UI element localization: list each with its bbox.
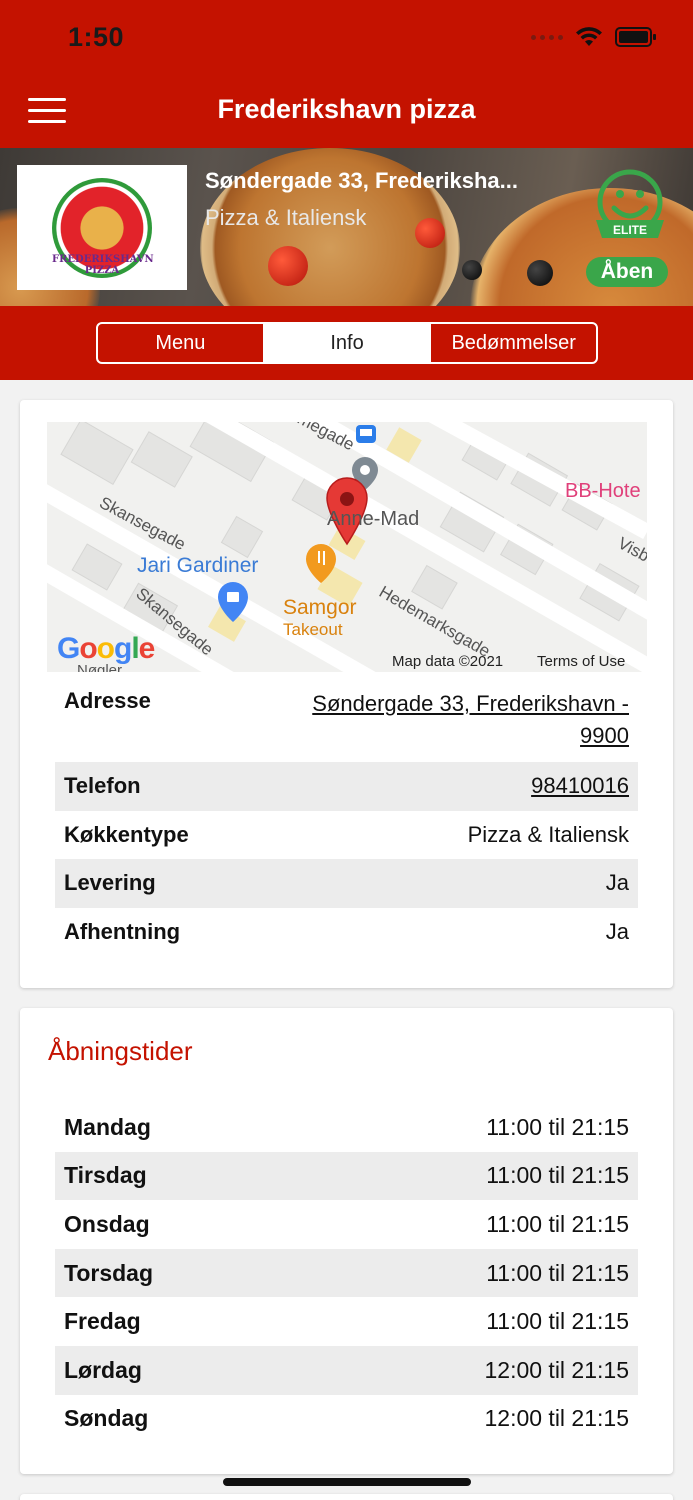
info-row-cuisine: Køkkentype Pizza & Italiensk xyxy=(55,811,638,860)
hours-row: Tirsdag 11:00 til 21:15 xyxy=(55,1151,638,1201)
hours-row: Onsdag 11:00 til 21:15 xyxy=(55,1200,638,1249)
home-indicator[interactable] xyxy=(223,1478,471,1486)
map-poi-label: BB-Hote xyxy=(565,480,641,502)
smiley-elite-icon: ELITE xyxy=(596,169,664,238)
next-card xyxy=(20,1494,673,1500)
tab-menu[interactable]: Menu xyxy=(98,324,263,362)
terms-of-use-link[interactable]: Terms of Use xyxy=(537,653,625,670)
hours-day: Tirsdag xyxy=(64,1162,147,1189)
map-view[interactable]: Skansegade Skansegade Hedemarksgade mega… xyxy=(47,422,647,672)
hours-row: Fredag 11:00 til 21:15 xyxy=(55,1297,638,1346)
restaurant-logo: FREDERIKSHAVN PIZZA xyxy=(17,165,187,290)
hours-time: 11:00 til 21:15 xyxy=(486,1210,629,1237)
status-icons xyxy=(531,26,657,48)
map-poi-label: Takeout xyxy=(283,620,343,639)
address-line-2: 9900 xyxy=(580,723,629,748)
hours-day: Torsdag xyxy=(64,1259,154,1286)
cuisine-value: Pizza & Italiensk xyxy=(467,821,629,847)
status-bar: 1:50 xyxy=(0,0,693,80)
tab-info[interactable]: Info xyxy=(262,324,430,362)
hours-time: 11:00 til 21:15 xyxy=(486,1162,629,1189)
banner-cuisine: Pizza & Italiensk xyxy=(205,205,367,230)
battery-icon xyxy=(615,27,656,47)
opening-hours-table: Mandag 11:00 til 21:15 Tirsdag 11:00 til 2… xyxy=(55,1103,638,1443)
address-link[interactable]: Søndergade 33, Frederikshavn - 9900 xyxy=(312,688,629,762)
banner-olive-image xyxy=(462,260,482,280)
map-poi-label: Jari Gardiner xyxy=(137,554,259,577)
opening-hours-title: Åbningstider xyxy=(48,1036,193,1066)
opening-hours-card: Åbningstider Mandag 11:00 til 21:15 Tirsd… xyxy=(20,1008,673,1474)
banner-tomato-image xyxy=(415,218,445,248)
hours-time: 11:00 til 21:15 xyxy=(486,1259,629,1286)
hours-time: 12:00 til 21:15 xyxy=(484,1356,629,1383)
pickup-label: Afhentning xyxy=(64,918,181,944)
map-poi-label: Anne-Mad xyxy=(327,508,420,530)
hours-row: Torsdag 11:00 til 21:15 xyxy=(55,1248,638,1298)
hours-row: Søndag 12:00 til 21:15 xyxy=(55,1395,638,1444)
segmented-control: Menu Info Bedømmelser xyxy=(96,322,598,364)
map-poi-label: Samgor xyxy=(283,596,357,619)
hours-day: Mandag xyxy=(64,1113,151,1140)
logo-text: FREDERIKSHAVN PIZZA xyxy=(52,253,154,276)
info-row-pickup: Afhentning Ja xyxy=(55,908,638,957)
hours-row: Lørdag 12:00 til 21:15 xyxy=(55,1345,638,1395)
info-row-phone: Telefon 98410016 xyxy=(55,762,638,811)
address-line-1: Søndergade 33, Frederikshavn - xyxy=(312,691,629,716)
banner-tomato-image xyxy=(268,246,308,286)
page-title: Frederikshavn pizza xyxy=(217,94,476,124)
pickup-value: Ja xyxy=(605,918,629,944)
navigation-bar: Frederikshavn pizza xyxy=(0,80,693,148)
hours-day: Fredag xyxy=(64,1308,141,1335)
delivery-label: Levering xyxy=(64,870,156,896)
hours-time: 11:00 til 21:15 xyxy=(486,1113,629,1140)
map-data-attribution: Map data ©2021 xyxy=(392,653,504,670)
signal-icon xyxy=(531,34,563,40)
hours-time: 11:00 til 21:15 xyxy=(486,1308,629,1335)
hours-day: Lørdag xyxy=(64,1356,142,1383)
hours-day: Søndag xyxy=(64,1405,149,1432)
elite-badge-text: ELITE xyxy=(613,223,647,237)
info-row-delivery: Levering Ja xyxy=(55,859,638,908)
address-label: Adresse xyxy=(64,688,151,713)
hours-time: 12:00 til 21:15 xyxy=(484,1405,629,1432)
banner-address: Søndergade 33, Frederiksha... xyxy=(205,168,519,193)
open-status-badge: Åben xyxy=(586,257,668,287)
tab-strip: Menu Info Bedømmelser xyxy=(0,306,693,380)
wifi-icon xyxy=(576,27,602,46)
phone-label: Telefon xyxy=(64,773,141,799)
info-row-address: Adresse Søndergade 33, Frederikshavn - 9… xyxy=(55,682,638,762)
info-table: Adresse Søndergade 33, Frederikshavn - 9… xyxy=(55,682,638,956)
banner-olive-image xyxy=(527,260,553,286)
status-time: 1:50 xyxy=(68,22,125,52)
hours-row: Mandag 11:00 til 21:15 xyxy=(55,1103,638,1152)
google-logo: Google xyxy=(57,632,155,665)
phone-link[interactable]: 98410016 xyxy=(531,773,629,799)
tab-reviews[interactable]: Bedømmelser xyxy=(429,324,596,362)
delivery-value: Ja xyxy=(605,870,629,896)
hours-day: Onsdag xyxy=(64,1210,150,1237)
cuisine-label: Køkkentype xyxy=(64,821,189,847)
info-card: Skansegade Skansegade Hedemarksgade mega… xyxy=(20,400,673,988)
